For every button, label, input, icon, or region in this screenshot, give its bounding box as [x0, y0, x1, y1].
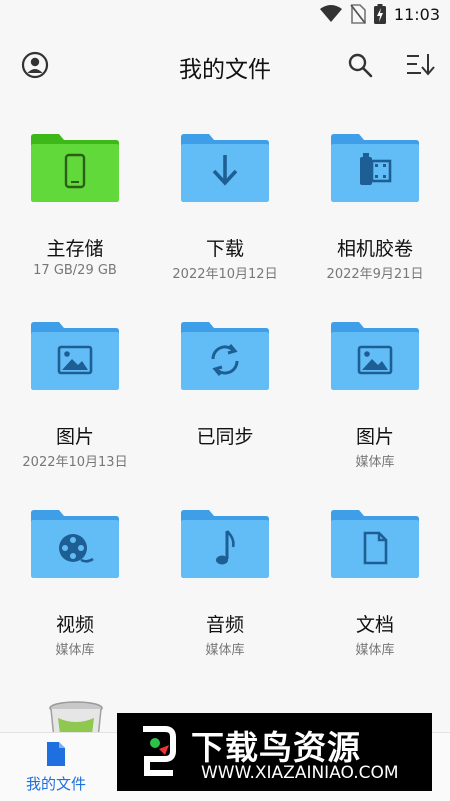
file-icon	[47, 742, 65, 766]
folder-icon	[31, 510, 119, 578]
folder-pictures-library[interactable]: 图片 媒体库	[300, 296, 450, 476]
folder-subtitle: 媒体库	[355, 643, 395, 658]
folder-camera-roll[interactable]: 相机胶卷 2022年9月21日	[300, 108, 450, 288]
folder-icon	[181, 322, 269, 390]
folder-icon	[181, 134, 269, 202]
folder-name: 图片	[355, 426, 394, 448]
folder-icon	[31, 322, 119, 390]
folder-subtitle: 2022年10月13日	[22, 455, 128, 470]
folder-name: 已同步	[196, 426, 254, 448]
folder-name: 音频	[205, 614, 244, 636]
search-icon	[348, 53, 373, 78]
search-button[interactable]	[345, 50, 375, 80]
folder-icon	[331, 322, 419, 390]
folder-name: 下载	[205, 238, 244, 260]
no-sim-icon	[350, 4, 366, 24]
nav-label: 我的文件	[25, 775, 86, 793]
recycle-bin-folder[interactable]	[48, 700, 104, 734]
folder-subtitle: 2022年9月21日	[326, 267, 424, 282]
folder-pictures[interactable]: 图片 2022年10月13日	[0, 296, 150, 476]
folder-name: 文档	[355, 614, 394, 636]
folder-videos[interactable]: 视频 媒体库	[0, 484, 150, 664]
status-time: 11:03	[393, 4, 440, 24]
top-app-bar: 我的文件	[0, 30, 450, 100]
folder-subtitle: 17 GB/29 GB	[33, 263, 117, 278]
folder-icon	[331, 510, 419, 578]
bird-logo-icon	[125, 721, 187, 783]
folder-documents[interactable]: 文档 媒体库	[300, 484, 450, 664]
watermark-banner: 下载鸟资源 WWW.XIAZAINIAO.COM	[117, 713, 432, 791]
sort-button[interactable]	[403, 50, 437, 80]
status-bar: 11:03	[0, 0, 450, 30]
battery-charging-icon	[373, 4, 386, 24]
folder-icon	[181, 510, 269, 578]
folder-downloads[interactable]: 下载 2022年10月12日	[150, 108, 300, 288]
folder-name: 视频	[55, 614, 94, 636]
folder-subtitle: 2022年10月12日	[172, 267, 278, 282]
sort-icon	[407, 54, 435, 76]
recycle-bin-icon	[49, 701, 103, 734]
folder-subtitle: 媒体库	[355, 455, 395, 470]
folder-name: 图片	[55, 426, 94, 448]
folder-subtitle: 媒体库	[205, 643, 245, 658]
folder-audio[interactable]: 音频 媒体库	[150, 484, 300, 664]
folder-subtitle: 媒体库	[55, 643, 95, 658]
folder-main-storage[interactable]: 主存储 17 GB/29 GB	[0, 108, 150, 288]
wifi-icon	[319, 5, 342, 22]
folder-name: 相机胶卷	[336, 238, 413, 260]
nav-my-files[interactable]: 我的文件	[14, 741, 98, 794]
watermark-title: 下载鸟资源	[191, 728, 361, 767]
folder-name: 主存储	[46, 238, 104, 260]
page-title: 我的文件	[179, 57, 271, 83]
folder-icon	[31, 134, 119, 202]
watermark-url: WWW.XIAZAINIAO.COM	[201, 763, 399, 783]
folder-synced[interactable]: 已同步	[150, 296, 300, 476]
folder-icon	[331, 134, 419, 202]
